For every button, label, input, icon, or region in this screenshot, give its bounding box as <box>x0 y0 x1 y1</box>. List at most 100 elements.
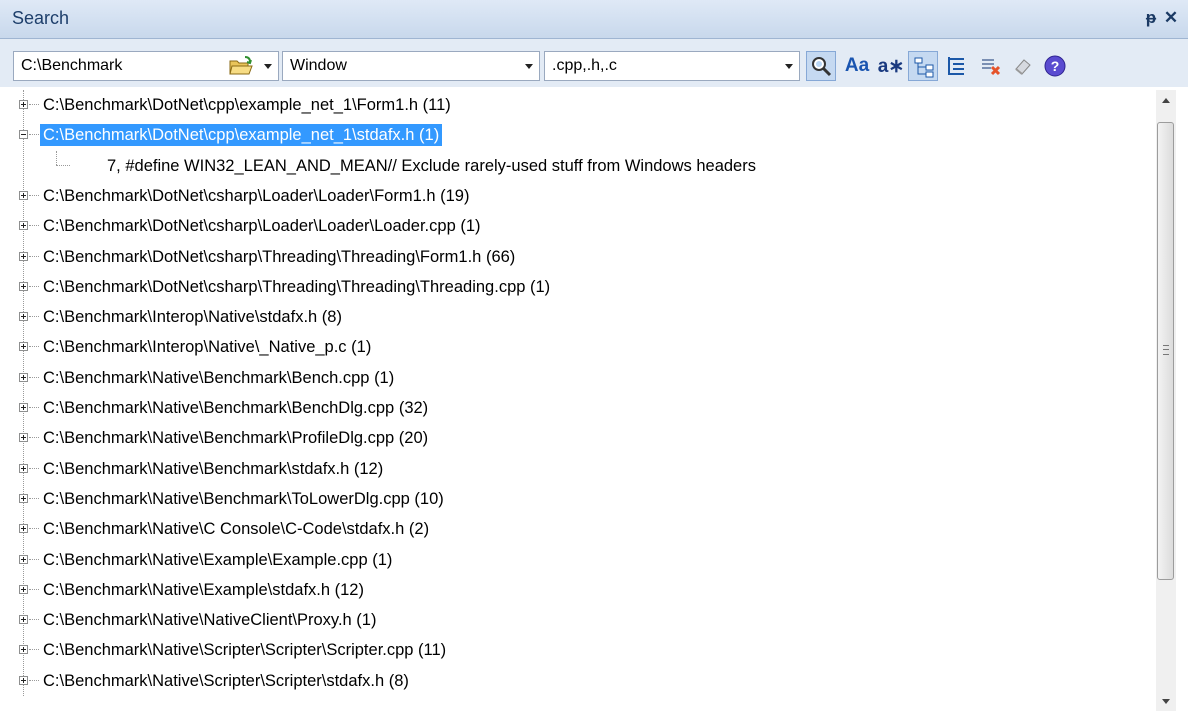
expand-icon[interactable] <box>19 403 28 412</box>
window-title: Search <box>12 8 70 28</box>
scroll-up-arrow-icon[interactable] <box>1156 90 1176 110</box>
tree-row[interactable]: C:\Benchmark\Native\Scripter\Scripter\st… <box>14 666 1154 696</box>
tree-row[interactable]: C:\Benchmark\Native\C Console\C-Code\std… <box>14 514 1154 544</box>
file-result-label[interactable]: C:\Benchmark\Native\Scripter\Scripter\Sc… <box>40 639 449 661</box>
file-result-label[interactable]: C:\Benchmark\Native\C Console\C-Code\std… <box>40 518 432 540</box>
tree-row[interactable]: C:\Benchmark\Native\Benchmark\ProfileDlg… <box>14 423 1154 453</box>
tree-connector <box>29 225 39 227</box>
file-result-label[interactable]: C:\Benchmark\Native\Benchmark\ProfileDlg… <box>40 427 431 449</box>
tree-connector <box>29 679 39 681</box>
expand-icon[interactable] <box>19 251 28 261</box>
tree-row[interactable]: C:\Benchmark\DotNet\csharp\Loader\Loader… <box>14 211 1154 241</box>
scroll-down-arrow-icon[interactable] <box>1156 691 1176 711</box>
tree-row[interactable]: C:\Benchmark\Interop\Native\_Native_p.c … <box>14 332 1154 362</box>
tree-view-button[interactable] <box>908 51 938 81</box>
close-icon[interactable]: ✕ <box>1160 6 1182 30</box>
filter-value[interactable]: .cpp,.h,.c <box>552 57 617 75</box>
expand-icon[interactable] <box>19 615 28 625</box>
expand-icon[interactable] <box>19 372 28 382</box>
collapse-icon[interactable] <box>19 130 28 140</box>
file-result-label[interactable]: C:\Benchmark\Native\Example\Example.cpp … <box>40 549 395 571</box>
tree-row[interactable]: C:\Benchmark\DotNet\cpp\example_net_1\Fo… <box>14 90 1154 120</box>
tree-row[interactable]: C:\Benchmark\Native\Benchmark\stdafx.h (… <box>14 454 1154 484</box>
file-result-label[interactable]: C:\Benchmark\Native\Benchmark\stdafx.h (… <box>40 458 386 480</box>
file-result-label[interactable]: C:\Benchmark\DotNet\csharp\Threading\Thr… <box>40 246 518 268</box>
eraser-button[interactable] <box>1008 51 1038 81</box>
filter-combo[interactable]: .cpp,.h,.c <box>544 51 800 81</box>
clear-results-icon <box>982 59 1001 76</box>
search-combo[interactable]: Window <box>282 51 540 81</box>
expand-icon[interactable] <box>19 675 28 685</box>
path-dropdown-arrow-icon[interactable] <box>258 52 278 80</box>
expand-icon[interactable] <box>19 312 28 322</box>
list-view-button[interactable] <box>942 51 972 81</box>
tree-row[interactable]: C:\Benchmark\DotNet\csharp\Loader\Loader… <box>14 181 1154 211</box>
file-result-label[interactable]: C:\Benchmark\Native\Scripter\Scripter\st… <box>40 670 412 692</box>
file-result-label[interactable]: C:\Benchmark\Native\NativeClient\Proxy.h… <box>40 609 379 631</box>
expand-icon[interactable] <box>19 584 28 594</box>
path-value[interactable]: C:\Benchmark <box>21 57 122 75</box>
expand-icon[interactable] <box>19 433 28 443</box>
tree-row[interactable]: C:\Benchmark\Native\Benchmark\ToLowerDlg… <box>14 484 1154 514</box>
tree-row[interactable]: C:\Benchmark\DotNet\csharp\Threading\Thr… <box>14 272 1154 302</box>
match-case-icon: Aa <box>844 55 870 76</box>
help-icon: ? <box>1044 55 1066 77</box>
expand-icon[interactable] <box>19 554 28 564</box>
expand-icon[interactable] <box>19 342 28 352</box>
open-folder-icon[interactable] <box>228 54 254 78</box>
expand-icon[interactable] <box>19 493 28 503</box>
expand-icon[interactable] <box>19 100 28 109</box>
expand-icon[interactable] <box>19 463 28 473</box>
find-icon <box>812 57 832 77</box>
file-result-label[interactable]: C:\Benchmark\Native\Benchmark\Bench.cpp … <box>40 367 397 389</box>
search-toolbar: C:\Benchmark Window .cpp,.h,.c Aa a∗ ? <box>0 39 1188 87</box>
file-result-label[interactable]: C:\Benchmark\DotNet\cpp\example_net_1\Fo… <box>40 94 454 116</box>
file-result-label[interactable]: C:\Benchmark\Interop\Native\_Native_p.c … <box>40 336 374 358</box>
pin-icon[interactable]: ᵽ <box>1140 6 1162 30</box>
regex-button[interactable]: a∗ <box>876 51 906 81</box>
clear-results-button[interactable] <box>976 51 1006 81</box>
file-result-label[interactable]: C:\Benchmark\DotNet\csharp\Loader\Loader… <box>40 215 484 237</box>
path-combo[interactable]: C:\Benchmark <box>13 51 279 81</box>
expand-icon[interactable] <box>19 524 28 534</box>
tree-row[interactable]: C:\Benchmark\Interop\Native\stdafx.h (8) <box>14 302 1154 332</box>
tree-row[interactable]: C:\Benchmark\Native\Example\Example.cpp … <box>14 545 1154 575</box>
expand-icon[interactable] <box>19 190 28 200</box>
search-dropdown-arrow-icon[interactable] <box>519 52 539 80</box>
file-result-label[interactable]: C:\Benchmark\DotNet\cpp\example_net_1\st… <box>40 124 443 147</box>
file-result-label[interactable]: C:\Benchmark\Interop\Native\stdafx.h (8) <box>40 306 345 328</box>
tree-connector <box>29 134 39 136</box>
file-result-label[interactable]: C:\Benchmark\DotNet\csharp\Threading\Thr… <box>40 276 553 298</box>
tree-row[interactable]: C:\Benchmark\DotNet\csharp\Threading\Thr… <box>14 242 1154 272</box>
expand-icon[interactable] <box>19 281 28 291</box>
expand-icon[interactable] <box>19 221 28 231</box>
search-value[interactable]: Window <box>290 57 347 75</box>
tree-connector <box>29 497 39 499</box>
help-button[interactable]: ? <box>1040 51 1070 81</box>
expand-icon[interactable] <box>19 645 28 655</box>
tree-row[interactable]: C:\Benchmark\Native\Scripter\Scripter\Sc… <box>14 635 1154 665</box>
find-button[interactable] <box>806 51 836 81</box>
tree-row[interactable]: C:\Benchmark\Native\Benchmark\BenchDlg.c… <box>14 393 1154 423</box>
tree-row[interactable]: C:\Benchmark\Native\NativeClient\Proxy.h… <box>14 605 1154 635</box>
scroll-grip-icon <box>1163 345 1169 355</box>
match-row[interactable]: 7, #define WIN32_LEAN_AND_MEAN// Exclude… <box>14 150 1154 181</box>
tree-row[interactable]: C:\Benchmark\Native\Benchmark\Bench.cpp … <box>14 363 1154 393</box>
tree-connector <box>29 588 39 590</box>
file-result-label[interactable]: C:\Benchmark\DotNet\csharp\Loader\Loader… <box>40 185 472 207</box>
tree-row[interactable]: C:\Benchmark\DotNet\cpp\example_net_1\st… <box>14 120 1154 150</box>
title-bar: Search ᵽ ✕ <box>0 0 1188 39</box>
results-tree: C:\Benchmark\DotNet\cpp\example_net_1\Fo… <box>14 90 1160 711</box>
file-result-label[interactable]: C:\Benchmark\Native\Example\stdafx.h (12… <box>40 579 367 601</box>
file-result-label[interactable]: C:\Benchmark\Native\Benchmark\BenchDlg.c… <box>40 397 431 419</box>
match-case-button[interactable]: Aa <box>842 51 872 81</box>
vertical-scrollbar[interactable] <box>1156 90 1176 711</box>
tree-row[interactable]: C:\Benchmark\Native\Example\stdafx.h (12… <box>14 575 1154 605</box>
match-line-label[interactable]: 7, #define WIN32_LEAN_AND_MEAN// Exclude… <box>104 155 759 177</box>
eraser-icon <box>1015 59 1031 75</box>
scroll-thumb[interactable] <box>1157 122 1174 580</box>
svg-text:?: ? <box>1051 58 1060 74</box>
filter-dropdown-arrow-icon[interactable] <box>779 52 799 80</box>
tree-connector <box>29 437 39 439</box>
file-result-label[interactable]: C:\Benchmark\Native\Benchmark\ToLowerDlg… <box>40 488 447 510</box>
